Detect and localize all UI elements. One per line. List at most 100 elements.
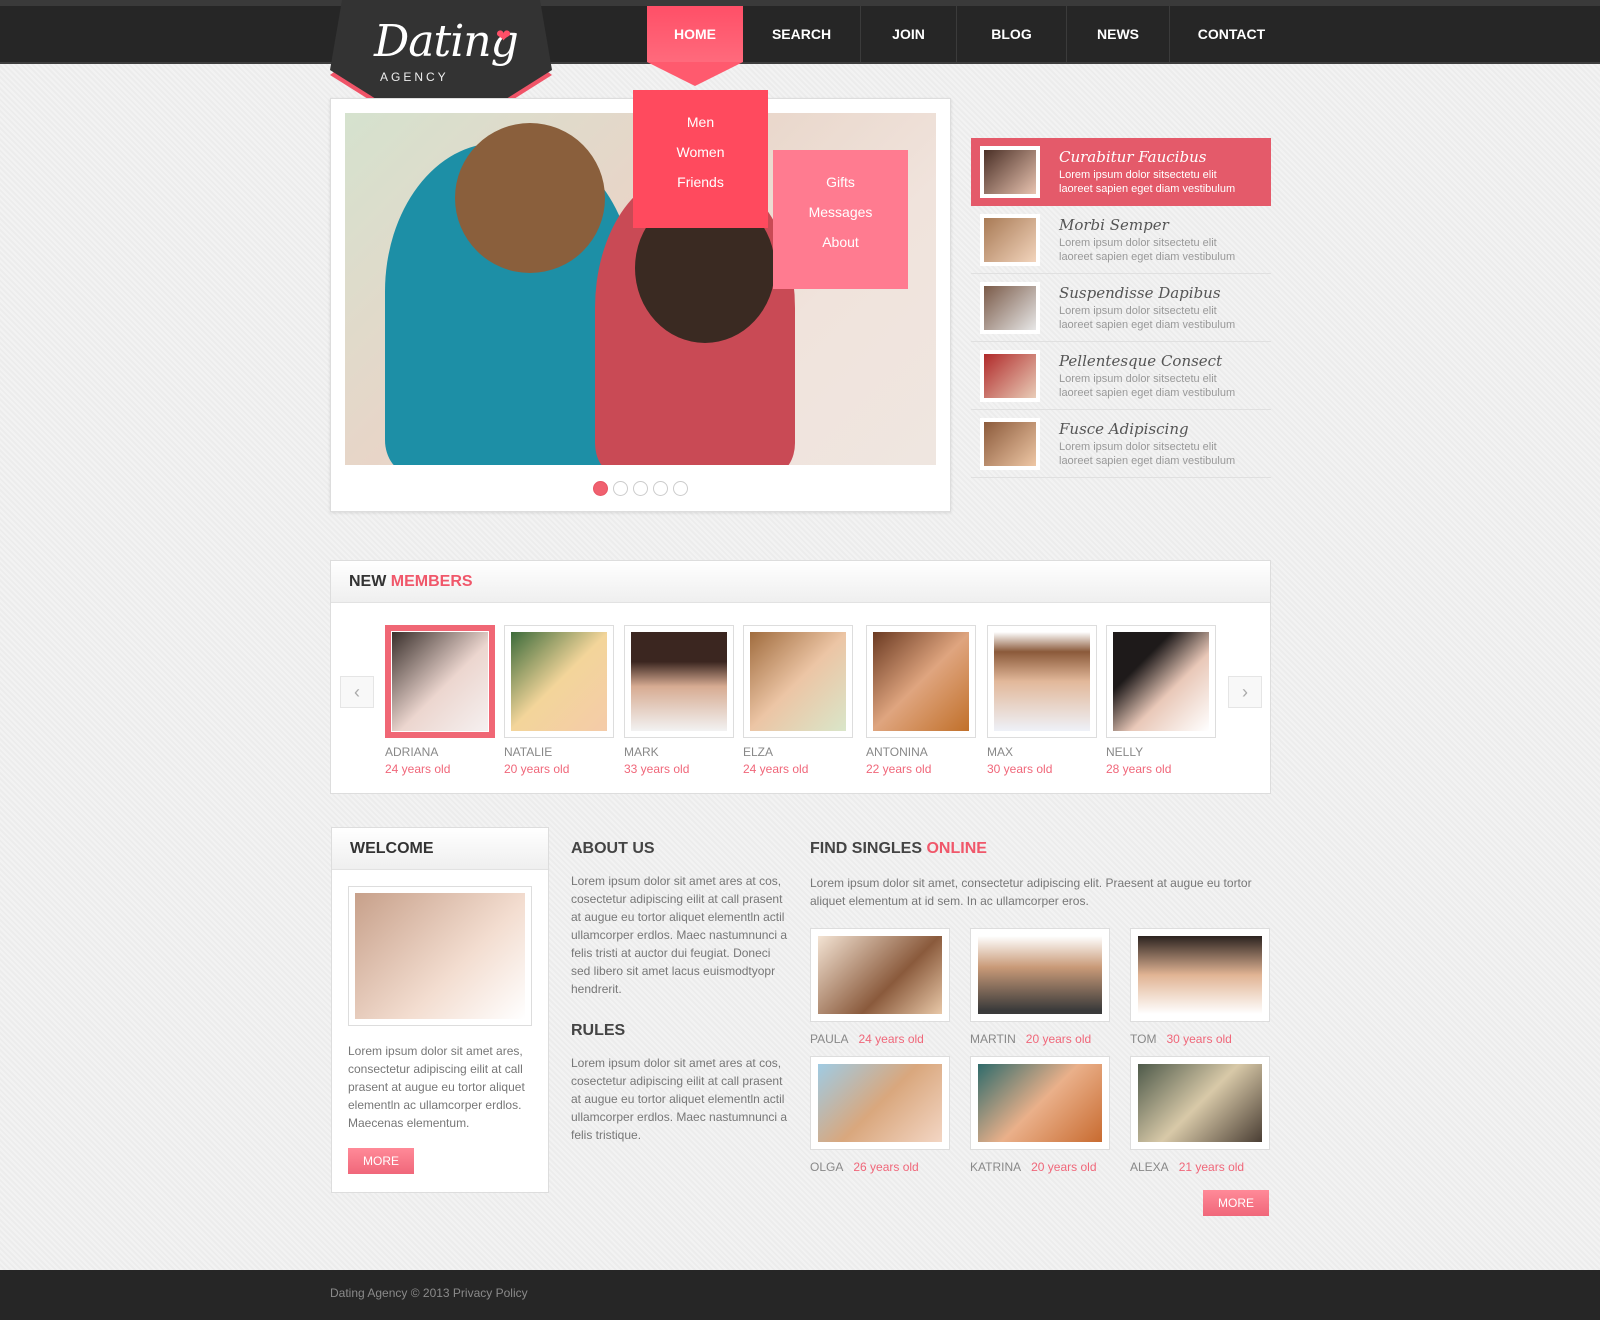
slider-dot-1[interactable] — [593, 481, 608, 496]
find-singles-more-button[interactable]: MORE — [1203, 1190, 1269, 1216]
single-photo — [970, 1056, 1110, 1150]
single-photo — [1130, 1056, 1270, 1150]
dropdown-item-men[interactable]: Men — [633, 112, 768, 142]
member-name: MAX — [987, 745, 1014, 759]
story-item[interactable]: Curabitur Faucibus Lorem ipsum dolor sit… — [971, 138, 1271, 206]
story-thumbnail — [980, 349, 1040, 402]
rules-title: RULES — [571, 1022, 626, 1039]
member-card[interactable]: NATALIE 20 years old — [504, 625, 614, 776]
find-singles-section: FIND SINGLES ONLINE Lorem ipsum dolor si… — [810, 840, 1272, 1248]
story-item[interactable]: Suspendisse Dapibus Lorem ipsum dolor si… — [971, 274, 1271, 342]
single-name: MARTIN — [970, 1032, 1016, 1046]
member-card[interactable]: ADRIANA 24 years old — [385, 625, 495, 776]
single-photo — [810, 928, 950, 1022]
member-card[interactable]: MARK 33 years old — [624, 625, 734, 776]
member-card[interactable]: NELLY 28 years old — [1106, 625, 1216, 776]
member-photo — [743, 625, 853, 738]
dropdown-item-women[interactable]: Women — [633, 142, 768, 172]
single-age: 24 years old — [858, 1032, 924, 1046]
nav-join[interactable]: JOIN — [861, 6, 957, 62]
member-age: 24 years old — [743, 762, 809, 776]
nav-search[interactable]: SEARCH — [743, 6, 861, 62]
single-card[interactable]: OLGA 26 years old — [810, 1056, 950, 1174]
member-name: NELLY — [1106, 745, 1144, 759]
story-item[interactable]: Fusce Adipiscing Lorem ipsum dolor sitse… — [971, 410, 1271, 478]
member-card[interactable]: ELZA 24 years old — [743, 625, 853, 776]
single-card[interactable]: ALEXA 21 years old — [1130, 1056, 1270, 1174]
about-title: ABOUT US — [571, 840, 655, 857]
member-card[interactable]: MAX 30 years old — [987, 625, 1097, 776]
single-card[interactable]: KATRINA 20 years old — [970, 1056, 1110, 1174]
member-age: 33 years old — [624, 762, 690, 776]
carousel-next-button[interactable]: › — [1228, 676, 1262, 708]
submenu-item-gifts[interactable]: Gifts — [773, 172, 908, 202]
welcome-text: Lorem ipsum dolor sit amet ares, consect… — [348, 1044, 525, 1130]
nav-contact[interactable]: CONTACT — [1170, 6, 1293, 62]
chevron-left-icon: ‹ — [354, 681, 360, 702]
single-name: OLGA — [810, 1160, 844, 1174]
single-card[interactable]: MARTIN 20 years old — [970, 928, 1110, 1046]
member-photo — [385, 625, 495, 738]
section-title: WELCOME — [332, 828, 548, 870]
main-nav: HOME SEARCH JOIN BLOG NEWS CONTACT — [647, 6, 1293, 86]
single-age: 21 years old — [1178, 1160, 1245, 1174]
story-desc: Lorem ipsum dolor sitsectetu elit laoreet… — [1059, 440, 1236, 467]
nav-home[interactable]: HOME — [647, 6, 743, 86]
carousel-prev-button[interactable]: ‹ — [340, 676, 374, 708]
member-photo — [987, 625, 1097, 738]
submenu-item-about[interactable]: About — [773, 232, 908, 262]
member-name: ANTONINA — [866, 745, 928, 759]
member-card[interactable]: ANTONINA 22 years old — [866, 625, 976, 776]
submenu-item-messages[interactable]: Messages — [773, 202, 908, 232]
member-photo — [866, 625, 976, 738]
single-age: 20 years old — [1031, 1160, 1097, 1174]
home-dropdown-menu: Men Women Friends — [633, 90, 768, 228]
slider-dot-5[interactable] — [673, 481, 688, 496]
heart-icon: ❤ — [496, 26, 512, 46]
story-title: Morbi Semper — [1059, 215, 1169, 234]
story-title: Pellentesque Consect — [1059, 351, 1223, 370]
chevron-right-icon: › — [1242, 681, 1248, 702]
story-desc: Lorem ipsum dolor sitsectetu elit laoreet… — [1059, 236, 1236, 263]
friends-submenu: Gifts Messages About — [773, 150, 908, 289]
slider-dot-4[interactable] — [653, 481, 668, 496]
slider-dot-2[interactable] — [613, 481, 628, 496]
story-desc: Lorem ipsum dolor sitsectetu elit laoreet… — [1059, 169, 1236, 195]
member-name: NATALIE — [504, 745, 553, 759]
slider-dot-3[interactable] — [633, 481, 648, 496]
single-age: 20 years old — [1025, 1032, 1092, 1046]
member-photo — [504, 625, 614, 738]
welcome-more-button[interactable]: MORE — [348, 1148, 414, 1174]
story-desc: Lorem ipsum dolor sitsectetu elit laoreet… — [1059, 372, 1236, 399]
member-age: 22 years old — [866, 762, 932, 776]
single-name: PAULA — [810, 1032, 849, 1046]
welcome-panel: WELCOME Lorem ipsum dolor sit amet ares,… — [331, 827, 549, 1193]
story-item[interactable]: Morbi Semper Lorem ipsum dolor sitsectet… — [971, 206, 1271, 274]
footer: Dating Agency © 2013 Privacy Policy — [0, 1270, 1600, 1320]
dropdown-item-friends[interactable]: Friends — [633, 172, 768, 202]
story-thumbnail — [980, 281, 1040, 334]
single-name: TOM — [1130, 1032, 1157, 1046]
single-photo — [970, 928, 1110, 1022]
member-name: ADRIANA — [385, 745, 439, 759]
single-card[interactable]: PAULA 24 years old — [810, 928, 950, 1046]
member-age: 24 years old — [385, 762, 451, 776]
find-singles-text: Lorem ipsum dolor sit amet, consectetur … — [810, 876, 1252, 908]
story-item[interactable]: Pellentesque Consect Lorem ipsum dolor s… — [971, 342, 1271, 410]
single-card[interactable]: TOM 30 years old — [1130, 928, 1270, 1046]
story-thumbnail — [980, 146, 1040, 198]
member-age: 28 years old — [1106, 762, 1172, 776]
nav-news[interactable]: NEWS — [1067, 6, 1170, 62]
footer-copyright-link[interactable]: Dating Agency © 2013 Privacy Policy — [330, 1286, 528, 1300]
logo-subtitle: AGENCY — [380, 70, 449, 84]
featured-stories-list: Curabitur Faucibus Lorem ipsum dolor sit… — [971, 138, 1271, 478]
member-age: 30 years old — [987, 762, 1053, 776]
slider-pagination — [331, 481, 950, 496]
single-age: 26 years old — [853, 1160, 919, 1174]
new-members-panel: NEW MEMBERS ‹ ADRIANA 24 years old NATALI… — [330, 560, 1271, 794]
section-title: NEW MEMBERS — [331, 561, 1270, 603]
single-name: ALEXA — [1130, 1160, 1169, 1174]
single-age: 30 years old — [1166, 1032, 1232, 1046]
member-name: MARK — [624, 745, 659, 759]
nav-blog[interactable]: BLOG — [957, 6, 1067, 62]
